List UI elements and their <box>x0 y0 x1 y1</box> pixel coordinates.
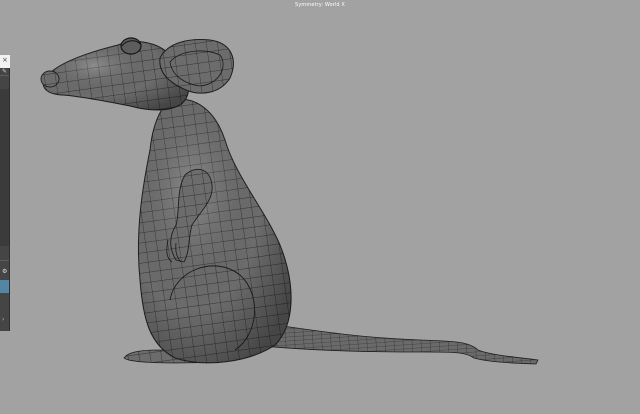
settings-icon[interactable]: ⚙ <box>2 269 7 275</box>
panel-list-area[interactable] <box>0 89 9 246</box>
panel-divider <box>0 260 9 261</box>
tool-side-panel[interactable]: × ✎ ⚙ › <box>0 55 10 331</box>
rat-model-mesh[interactable] <box>0 0 640 414</box>
close-icon[interactable]: × <box>2 57 8 64</box>
3d-viewport[interactable]: Symmetry: World X <box>0 0 640 414</box>
expand-arrow-icon[interactable]: › <box>2 317 4 323</box>
selected-tool-item[interactable] <box>0 280 9 293</box>
panel-divider <box>0 75 9 76</box>
rat-tail <box>251 321 539 365</box>
rat-nose <box>40 70 60 88</box>
panel-header: × <box>0 55 10 68</box>
